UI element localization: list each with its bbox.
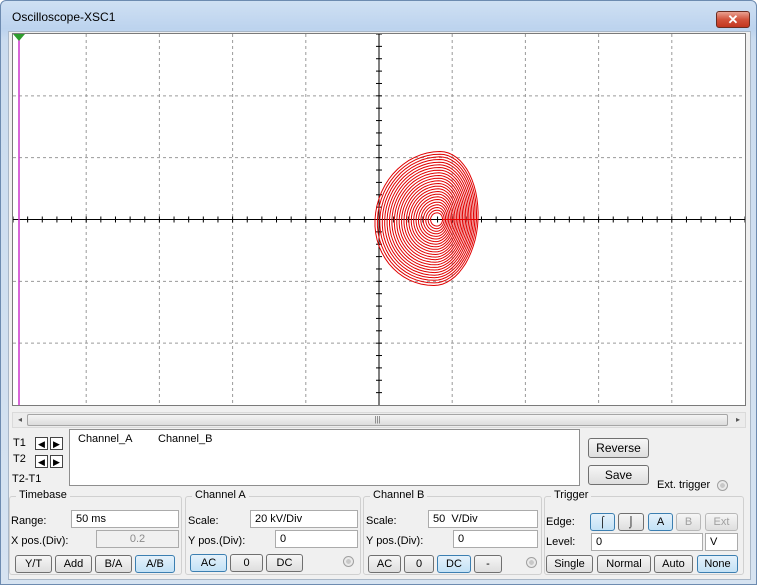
trigger-auto-button[interactable]: Auto — [654, 555, 693, 573]
readout-channel-a: Channel_A — [78, 433, 133, 445]
channel-a-zero-button[interactable]: 0 — [230, 554, 263, 572]
trigger-level-label: Level: — [546, 536, 576, 548]
t2-label: T2 — [13, 453, 26, 465]
mode-ab-button[interactable]: A/B — [135, 555, 175, 573]
trigger-source-b-button[interactable]: B — [676, 513, 701, 531]
channel-b-ac-button[interactable]: AC — [368, 555, 401, 573]
timebase-xpos-input[interactable]: 0.2 — [96, 530, 179, 548]
scroll-left-icon[interactable]: ◂ — [14, 414, 26, 426]
t1-left-button[interactable]: ◀ — [35, 437, 48, 450]
trigger-none-button[interactable]: None — [697, 555, 738, 573]
edge-rising-button[interactable]: ⌠ — [590, 513, 615, 531]
ext-trigger-radio[interactable] — [717, 480, 728, 491]
scope-axes — [13, 34, 745, 405]
edge-falling-button[interactable]: ⌡ — [618, 513, 644, 531]
channel-b-invert-button[interactable]: - — [474, 555, 502, 573]
readout-channel-b: Channel_B — [158, 433, 213, 445]
save-button[interactable]: Save — [588, 465, 649, 485]
t1-right-button[interactable]: ▶ — [50, 437, 63, 450]
timebase-range-input[interactable]: 50 ms — [71, 510, 179, 528]
t1-label: T1 — [13, 437, 26, 449]
channel-a-dc-button[interactable]: DC — [266, 554, 303, 572]
t2t1-label: T2-T1 — [12, 473, 42, 485]
channel-b-ypos-label: Y pos.(Div): — [366, 535, 424, 547]
falling-edge-icon: ⌡ — [627, 516, 635, 528]
scroll-thumb[interactable]: ||| — [27, 414, 728, 426]
trace-curve — [374, 150, 479, 287]
channel-b-title: Channel B — [370, 489, 428, 501]
ext-trigger-label: Ext. trigger — [657, 479, 711, 491]
timebase-title: Timebase — [16, 489, 70, 501]
channel-b-ypos-input[interactable]: 0 — [453, 530, 538, 548]
timebase-xpos-label: X pos.(Div): — [11, 535, 69, 547]
trigger-normal-button[interactable]: Normal — [597, 555, 651, 573]
display-scrollbar[interactable]: ◂ ||| ▸ — [12, 412, 746, 428]
channel-a-radio[interactable] — [343, 556, 354, 567]
trigger-source-a-button[interactable]: A — [648, 513, 673, 531]
t2-right-button[interactable]: ▶ — [50, 455, 63, 468]
trigger-source-ext-button[interactable]: Ext — [705, 513, 738, 531]
scope-plot — [13, 34, 745, 405]
channel-b-scale-label: Scale: — [366, 515, 397, 527]
trigger-title: Trigger — [551, 489, 592, 501]
channel-a-ypos-label: Y pos.(Div): — [188, 535, 246, 547]
scope-trace — [374, 150, 479, 287]
cursor-t1-marker — [13, 34, 25, 41]
trigger-edge-label: Edge: — [546, 516, 575, 528]
close-button[interactable]: ✕ — [716, 11, 750, 28]
cursor-readout: Channel_A Channel_B — [69, 429, 580, 486]
trigger-single-button[interactable]: Single — [546, 555, 593, 573]
mode-ba-button[interactable]: B/A — [95, 555, 132, 573]
channel-b-scale-input[interactable]: 50 V/Div — [428, 510, 538, 528]
trigger-level-input[interactable]: 0 — [591, 533, 703, 551]
reverse-button[interactable]: Reverse — [588, 438, 649, 458]
title-bar[interactable]: Oscilloscope-XSC1 ✕ — [1, 1, 756, 31]
channel-a-title: Channel A — [192, 489, 249, 501]
channel-b-dc-button[interactable]: DC — [437, 555, 471, 573]
channel-a-scale-input[interactable]: 20 kV/Div — [250, 510, 358, 528]
t2-left-button[interactable]: ◀ — [35, 455, 48, 468]
mode-add-button[interactable]: Add — [55, 555, 92, 573]
mode-yt-button[interactable]: Y/T — [15, 555, 52, 573]
channel-b-zero-button[interactable]: 0 — [404, 555, 434, 573]
channel-a-ypos-input[interactable]: 0 — [275, 530, 358, 548]
channel-b-radio[interactable] — [526, 557, 537, 568]
scroll-right-icon[interactable]: ▸ — [732, 414, 744, 426]
timebase-range-label: Range: — [11, 515, 47, 527]
channel-a-ac-button[interactable]: AC — [190, 554, 227, 572]
scope-display — [12, 33, 746, 406]
rising-edge-icon: ⌠ — [599, 516, 606, 528]
trigger-level-unit[interactable]: V — [705, 533, 738, 551]
channel-a-scale-label: Scale: — [188, 515, 219, 527]
window-title: Oscilloscope-XSC1 — [12, 10, 116, 24]
